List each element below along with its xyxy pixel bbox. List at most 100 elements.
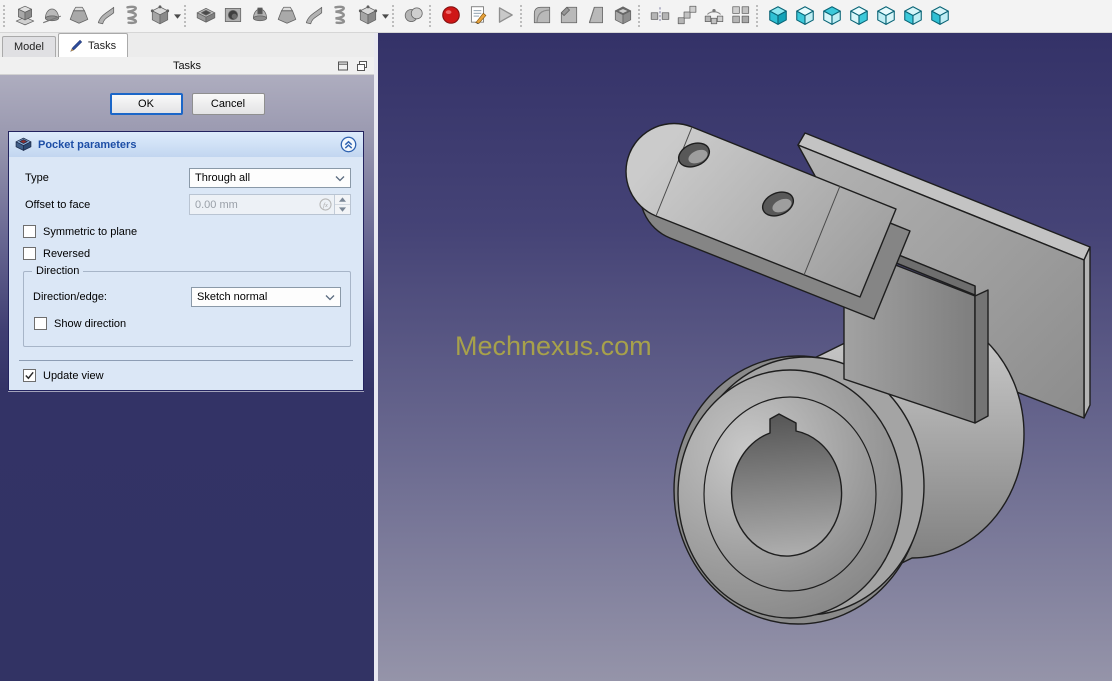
type-combobox[interactable]: Through all [189,168,351,188]
toolbar-view-top-button[interactable] [818,3,845,30]
update-view-checkbox[interactable] [23,369,36,382]
show-direction-checkbox[interactable] [34,317,47,330]
toolbar-view-axonometric-button[interactable] [764,3,791,30]
toolbar-multitransform-button[interactable] [727,3,754,30]
tab-tasks[interactable]: Tasks [57,33,129,57]
toolbar-draft-button[interactable] [582,3,609,30]
symmetric-checkbox[interactable] [23,225,36,238]
toolbar-drag-handle[interactable] [392,5,397,27]
main-toolbar [0,0,1112,33]
dialog-separator [19,360,353,361]
view-left-icon [929,4,951,29]
toolbar-group-transform [646,0,754,32]
model-top-plate [625,122,911,320]
tasks-panel-titlebar: Tasks [0,57,374,75]
fillet-icon [531,4,553,29]
freecad-window: Model Tasks Tasks OK Cancel Pocket param… [0,0,1112,681]
toolbar-macro-edit-button[interactable] [464,3,491,30]
toolbar-subtractive-helix-button[interactable] [327,3,354,30]
toolbar-mirrored-button[interactable] [646,3,673,30]
tasks-panel-body: OK Cancel Pocket parameters Type Through… [0,75,374,681]
reversed-checkbox[interactable] [23,247,36,260]
spin-up-icon[interactable] [335,195,350,205]
cancel-button[interactable]: Cancel [191,93,265,115]
toolbar-drag-handle[interactable] [3,5,8,27]
ok-button[interactable]: OK [109,93,183,115]
pocket-icon [195,4,217,29]
toolbar-subtractive-pipe-button[interactable] [300,3,327,30]
toolbar-additive-loft-button[interactable] [65,3,92,30]
symmetric-row[interactable]: Symmetric to plane [23,225,363,238]
show-direction-row[interactable]: Show direction [34,317,350,330]
toolbar-view-rear-button[interactable] [872,3,899,30]
linear-pattern-icon [676,4,698,29]
view-front-icon [794,4,816,29]
offset-spinbox[interactable]: 0.00 mm fx [189,194,351,215]
type-row: Type Through all [25,168,351,188]
toolbar-view-right-button[interactable] [845,3,872,30]
toolbar-drag-handle[interactable] [638,5,643,27]
toolbar-subtractive-primitive-button[interactable] [354,3,381,30]
hole-icon [222,4,244,29]
toolbar-linear-pattern-button[interactable] [673,3,700,30]
toolbar-fillet-button[interactable] [528,3,555,30]
toolbar-drag-handle[interactable] [520,5,525,27]
view-rear-icon [875,4,897,29]
direction-group-label: Direction [32,265,84,277]
3d-viewport[interactable]: Mechnexus.com [378,33,1112,681]
toolbar-groove-button[interactable] [246,3,273,30]
update-view-row[interactable]: Update view [23,369,363,382]
toolbar-view-left-button[interactable] [926,3,953,30]
pencil-icon [70,39,83,52]
toolbar-group-boolean [400,0,427,32]
direction-edge-row: Direction/edge: Sketch normal [24,272,350,307]
offset-row: Offset to face 0.00 mm fx [25,194,351,215]
toolbar-polar-pattern-button[interactable] [700,3,727,30]
tab-model[interactable]: Model [2,36,56,57]
additive-primitive-dropdown-arrow[interactable] [173,13,182,19]
toolbar-pocket-button[interactable] [192,3,219,30]
view-right-icon [848,4,870,29]
toolbar-thickness-button[interactable] [609,3,636,30]
float-panel-icon[interactable] [355,59,369,73]
additive-loft-icon [68,4,90,29]
chevron-down-icon [335,175,345,182]
toolbar-additive-pipe-button[interactable] [92,3,119,30]
dock-panel-icon[interactable] [336,59,350,73]
cad-model[interactable] [625,122,1091,625]
toolbar-view-bottom-button[interactable] [899,3,926,30]
expression-fx-icon[interactable]: fx [319,198,334,211]
tab-model-label: Model [14,41,44,53]
type-label: Type [25,172,49,184]
toolbar-macro-record-button[interactable] [437,3,464,30]
toolbar-drag-handle[interactable] [429,5,434,27]
subtractive-primitive-dropdown-arrow[interactable] [381,13,390,19]
spin-down-icon[interactable] [335,205,350,214]
show-direction-label: Show direction [54,317,127,330]
subtractive-loft-icon [276,4,298,29]
toolbar-revolution-button[interactable] [38,3,65,30]
toolbar-boolean-operation-button[interactable] [400,3,427,30]
toolbar-drag-handle[interactable] [184,5,189,27]
toolbar-hole-button[interactable] [219,3,246,30]
offset-label: Offset to face [25,198,91,211]
toolbar-additive-primitive-button[interactable] [146,3,173,30]
toolbar-pad-button[interactable] [11,3,38,30]
draft-icon [585,4,607,29]
toolbar-subtractive-loft-button[interactable] [273,3,300,30]
toolbar-additive-helix-button[interactable] [119,3,146,30]
additive-primitive-icon [149,4,171,29]
groove-icon [249,4,271,29]
symmetric-label: Symmetric to plane [43,225,138,238]
collapse-section-icon[interactable] [340,136,357,153]
update-view-label: Update view [43,369,104,382]
view-top-icon [821,4,843,29]
toolbar-drag-handle[interactable] [756,5,761,27]
toolbar-chamfer-button[interactable] [555,3,582,30]
pocket-parameters-dialog: Pocket parameters Type Through all Offse… [8,131,364,391]
toolbar-view-front-button[interactable] [791,3,818,30]
direction-edge-combobox[interactable]: Sketch normal [191,287,341,307]
task-action-row: OK Cancel [0,75,374,115]
toolbar-macro-execute-button[interactable] [491,3,518,30]
reversed-row[interactable]: Reversed [23,247,363,260]
